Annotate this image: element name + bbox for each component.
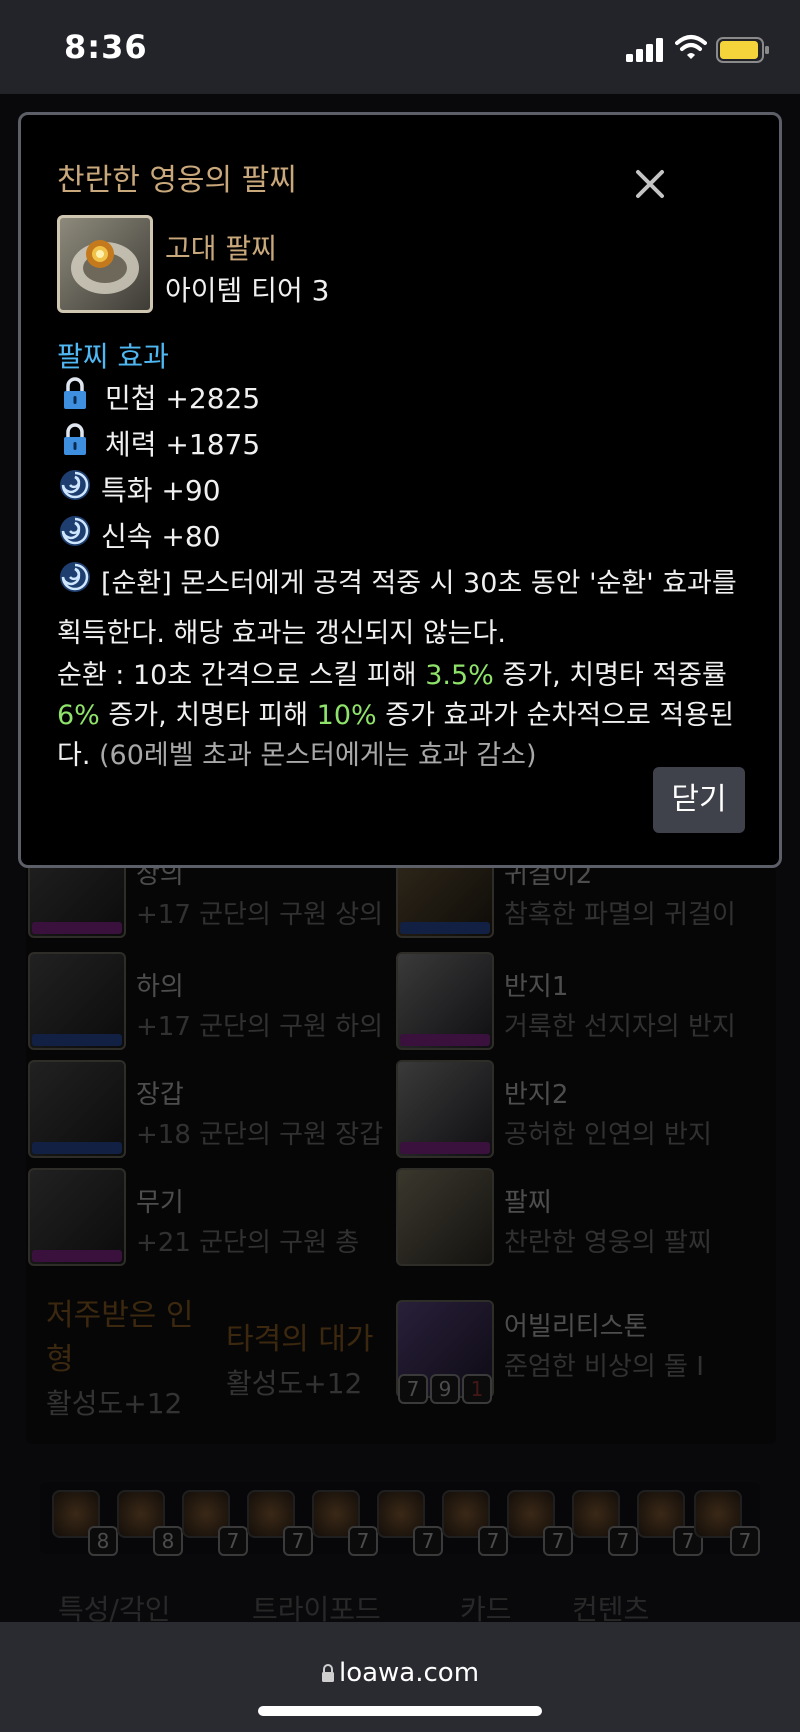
effect-detail: 6% 증가, 치명타 피해 10% 증가 효과가 순차적으로 적용된 [57, 700, 734, 731]
swirl-icon [60, 516, 90, 546]
url-text: loawa.com [338, 1658, 480, 1688]
cellular-signal-icon [626, 38, 663, 62]
lock-icon [64, 377, 86, 409]
effect-detail: 순환 : 10초 간격으로 스킬 피해 3.5% 증가, 치명타 적중률 [57, 660, 727, 691]
stat-text: 민첩 +2825 [105, 382, 261, 415]
stat-text: 체력 +1875 [105, 428, 261, 461]
close-button[interactable]: 닫기 [653, 767, 745, 833]
section-title: 팔찌 효과 [57, 340, 169, 373]
stat-text: 신속 +80 [101, 520, 221, 553]
item-tooltip-modal: 찬란한 영웅의 팔찌 고대 팔찌 아이템 티어 3 팔찌 효과 민첩 +2825… [18, 112, 782, 868]
stat-text: 특화 +90 [101, 474, 221, 507]
effect-text: [순환] 몬스터에게 공격 적중 시 30초 동안 '순환' 효과를 [101, 568, 737, 599]
status-time: 8:36 [64, 28, 148, 66]
bracelet-icon [57, 215, 153, 313]
item-tier: 아이템 티어 3 [165, 274, 330, 307]
lock-icon [321, 1664, 334, 1682]
address-bar[interactable]: loawa.com [0, 1658, 800, 1688]
swirl-icon [60, 470, 90, 500]
battery-icon [716, 37, 769, 63]
item-title: 찬란한 영웅의 팔찌 [57, 163, 297, 198]
status-bar: 8:36 [0, 0, 800, 94]
lock-icon [64, 423, 86, 455]
home-indicator[interactable] [258, 1706, 542, 1716]
close-icon[interactable] [629, 163, 671, 205]
swirl-icon [60, 562, 90, 592]
item-grade: 고대 팔찌 [165, 232, 277, 265]
browser-bar: loawa.com [0, 1622, 800, 1732]
effect-detail: 다. (60레벨 초과 몬스터에게는 효과 감소) [57, 740, 537, 771]
effect-text: 획득한다. 해당 효과는 갱신되지 않는다. [57, 618, 506, 649]
wifi-icon [675, 35, 707, 59]
